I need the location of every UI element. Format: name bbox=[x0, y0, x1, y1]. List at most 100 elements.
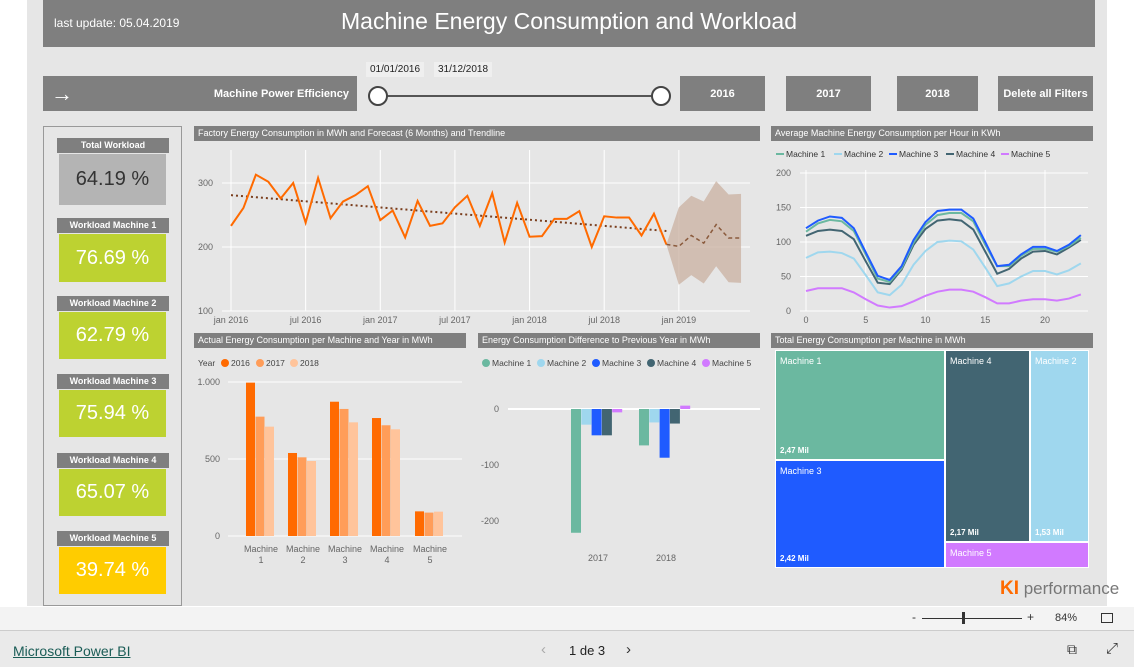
x-tick-label: Machine 5 bbox=[413, 544, 447, 565]
bar bbox=[372, 418, 381, 536]
zoom-out-button[interactable]: - bbox=[912, 610, 916, 624]
bar bbox=[424, 512, 434, 536]
bar bbox=[339, 408, 349, 536]
bar bbox=[288, 452, 297, 536]
bar bbox=[612, 409, 623, 413]
legend-label: Machine 2 bbox=[547, 358, 586, 368]
x-tick-label: jan 2018 bbox=[511, 315, 547, 325]
treemap-tile[interactable]: Machine 5 bbox=[945, 542, 1089, 568]
zoom-slider-handle[interactable] bbox=[962, 612, 965, 624]
y-tick-label: 150 bbox=[776, 203, 791, 213]
y-tick-label: 100 bbox=[776, 237, 791, 247]
bar bbox=[581, 409, 592, 425]
bar bbox=[381, 425, 391, 536]
legend-title: Year bbox=[198, 358, 215, 368]
legend-label: Machine 3 bbox=[602, 358, 641, 368]
legend-label: 2017 bbox=[266, 358, 285, 368]
legend-label: Machine 5 bbox=[712, 358, 751, 368]
x-tick-label: 2017 bbox=[588, 553, 608, 563]
treemap-tile[interactable]: Machine 4 2,17 Mil bbox=[945, 350, 1030, 542]
bar bbox=[330, 401, 339, 536]
y-tick-label: 0 bbox=[215, 531, 220, 541]
share-icon[interactable]: ⧉ bbox=[1067, 641, 1077, 658]
x-tick-label: 2018 bbox=[656, 553, 676, 563]
bar bbox=[415, 511, 424, 536]
legend-label: Machine 5 bbox=[1011, 149, 1050, 159]
bar bbox=[591, 409, 602, 436]
bar bbox=[639, 409, 649, 446]
zoom-in-button[interactable]: + bbox=[1027, 610, 1034, 624]
y-tick-label: 0 bbox=[494, 404, 499, 414]
series-line-machine-5 bbox=[805, 287, 1082, 309]
zoom-level: 84% bbox=[1055, 612, 1078, 624]
tile-value: 1,53 Mil bbox=[1035, 528, 1064, 537]
y-tick-label: 500 bbox=[205, 454, 220, 464]
bar bbox=[680, 405, 691, 409]
x-tick-label: Machine 1 bbox=[244, 544, 278, 565]
x-tick-label: jan 2017 bbox=[362, 315, 398, 325]
bar bbox=[349, 422, 358, 536]
treemap: Machine 1 2,47 Mil Machine 3 2,42 Mil Machin… bbox=[775, 350, 1089, 568]
bar bbox=[246, 382, 255, 536]
x-tick-label: jul 2018 bbox=[587, 315, 620, 325]
power-bi-link[interactable]: Microsoft Power BI bbox=[13, 643, 130, 659]
x-tick-label: 10 bbox=[920, 315, 930, 325]
bar bbox=[391, 429, 400, 536]
legend-swatch bbox=[482, 359, 490, 367]
bar bbox=[571, 409, 581, 533]
zoom-bar: - + 84% bbox=[0, 607, 1134, 631]
bar bbox=[659, 409, 670, 458]
bar bbox=[601, 409, 612, 436]
bar bbox=[265, 426, 274, 536]
x-tick-label: Machine 3 bbox=[328, 544, 362, 565]
bar bbox=[255, 416, 265, 536]
legend-swatch bbox=[702, 359, 710, 367]
legend-label: 2018 bbox=[300, 358, 319, 368]
bar bbox=[649, 409, 660, 423]
bar bbox=[434, 511, 443, 536]
tile-label: Machine 3 bbox=[780, 466, 822, 476]
y-tick-label: 50 bbox=[781, 272, 791, 282]
y-tick-label: 1.000 bbox=[197, 377, 220, 387]
actual-series-line bbox=[230, 173, 668, 250]
tile-label: Machine 1 bbox=[780, 356, 822, 366]
legend-label: 2016 bbox=[231, 358, 250, 368]
ki-performance-logo: KI performance bbox=[1000, 578, 1120, 599]
x-tick-label: 15 bbox=[980, 315, 990, 325]
legend-swatch bbox=[537, 359, 545, 367]
legend-label: Machine 1 bbox=[786, 149, 825, 159]
x-tick-label: Machine 4 bbox=[370, 544, 404, 565]
fullscreen-icon[interactable]: ⤢ bbox=[1106, 640, 1118, 657]
treemap-tile[interactable]: Machine 2 1,53 Mil bbox=[1030, 350, 1089, 542]
x-tick-label: jul 2017 bbox=[438, 315, 471, 325]
y-tick-label: -100 bbox=[481, 460, 499, 470]
y-tick-label: -200 bbox=[481, 516, 499, 526]
x-tick-label: jan 2019 bbox=[661, 315, 697, 325]
tile-label: Machine 2 bbox=[1035, 356, 1077, 366]
legend-swatch bbox=[221, 359, 229, 367]
x-tick-label: Machine 2 bbox=[286, 544, 320, 565]
fit-to-page-icon[interactable] bbox=[1101, 613, 1113, 623]
y-tick-label: 0 bbox=[786, 306, 791, 316]
series-line-machine-4 bbox=[805, 218, 1082, 286]
bar bbox=[297, 457, 307, 536]
y-tick-label: 200 bbox=[776, 168, 791, 178]
x-tick-label: jul 2016 bbox=[289, 315, 322, 325]
x-tick-label: 20 bbox=[1040, 315, 1050, 325]
prev-page-icon[interactable]: ‹ bbox=[541, 641, 546, 658]
treemap-tile[interactable]: Machine 1 2,47 Mil bbox=[775, 350, 945, 460]
x-tick-label: jan 2016 bbox=[213, 315, 249, 325]
treemap-tile[interactable]: Machine 3 2,42 Mil bbox=[775, 460, 945, 568]
bar bbox=[307, 461, 316, 536]
legend-swatch bbox=[290, 359, 298, 367]
legend-swatch bbox=[592, 359, 600, 367]
next-page-icon[interactable]: › bbox=[626, 641, 631, 658]
footer: Microsoft Power BI ‹ 1 de 3 › ⧉ ⤢ bbox=[0, 631, 1134, 667]
zoom-slider[interactable] bbox=[922, 618, 1022, 619]
legend-label: Machine 2 bbox=[844, 149, 883, 159]
legend-label: Machine 1 bbox=[492, 358, 531, 368]
y-tick-label: 300 bbox=[198, 178, 213, 188]
tile-label: Machine 4 bbox=[950, 356, 992, 366]
legend-label: Machine 4 bbox=[657, 358, 696, 368]
tile-value: 2,17 Mil bbox=[950, 528, 979, 537]
